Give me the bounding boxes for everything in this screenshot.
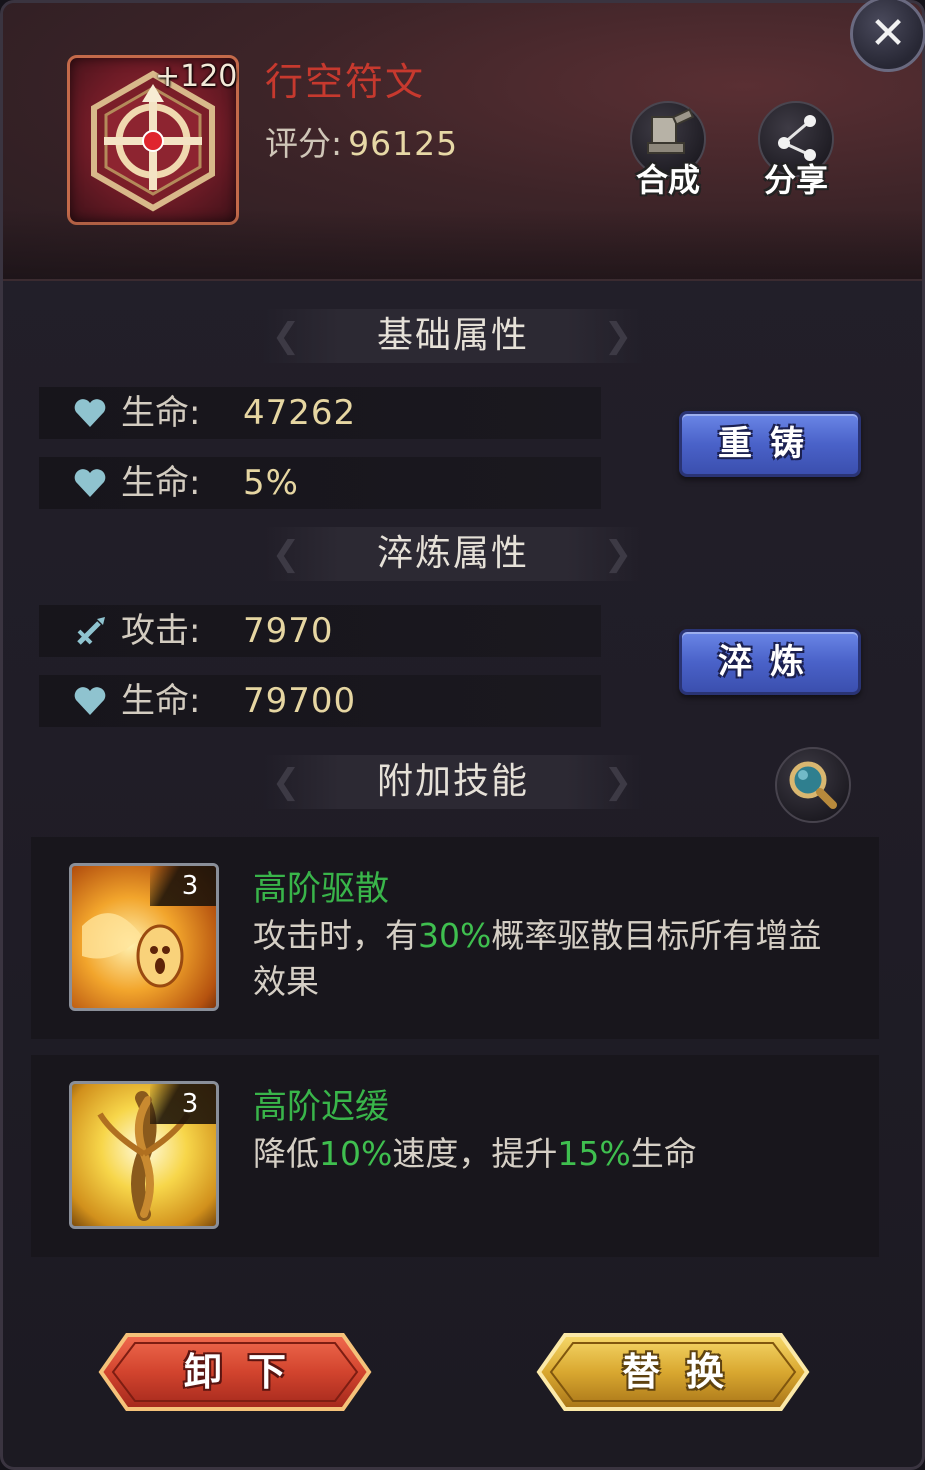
score-value: 96125 [348,124,459,163]
skill-description: 攻击时，有30%概率驱散目标所有增益效果 [253,913,853,1005]
desc-text: 降低 [253,1134,319,1173]
ornament-right-icon: ❯ [603,762,635,802]
skill-card: 3 高阶驱散 攻击时，有30%概率驱散目标所有增益效果 [31,837,879,1039]
item-header: +120 行空符文 评分: 96125 合成 分享 [3,3,922,281]
skill-card: 3 高阶迟缓 降低10%速度，提升15%生命 [31,1055,879,1257]
share-label: 分享 [763,161,828,199]
stat-value: 7970 [243,611,334,651]
skill-level-badge: 3 [150,866,216,906]
additional-skills-title: ❮ 附加技能 ❯ [263,755,643,809]
desc-text: 生命 [630,1134,697,1173]
ornament-left-icon: ❮ [271,762,303,802]
refine-stat-row: 攻击: 7970 [39,605,601,657]
heart-icon [74,687,106,715]
magnifier-icon [789,761,837,809]
desc-highlight: 15% [557,1134,631,1173]
desc-highlight: 10% [319,1134,393,1173]
additional-skills-label: 附加技能 [376,761,529,802]
skill-level-badge: 3 [150,1084,216,1124]
refine-attributes-label: 淬炼属性 [376,533,529,574]
score-label: 评分: [265,124,343,163]
item-level-badge: +120 [155,59,238,94]
stat-label: 攻击: [121,611,201,651]
sword-icon [77,617,105,645]
skill-dispel-icon[interactable]: 3 [69,863,219,1011]
replace-label: 替换 [621,1350,750,1394]
close-icon: ✕ [869,8,907,59]
skill-slow-icon[interactable]: 3 [69,1081,219,1229]
base-attributes-title: ❮ 基础属性 ❯ [263,309,643,363]
refine-stat-row: 生命: 79700 [39,675,601,727]
replace-button[interactable]: 替换 [535,1331,811,1413]
base-stat-row: 生命: 47262 [39,387,601,439]
stat-label: 生命: [121,393,201,433]
base-attributes-label: 基础属性 [376,315,529,356]
stat-label: 生命: [121,463,201,503]
ornament-right-icon: ❯ [603,316,635,356]
refine-attributes-title: ❮ 淬炼属性 ❯ [263,527,643,581]
close-button[interactable]: ✕ [850,0,925,72]
stat-label: 生命: [121,681,201,721]
unequip-button[interactable]: 卸下 [97,1331,373,1413]
item-score: 评分: 96125 [265,117,458,165]
item-name: 行空符文 [265,60,426,104]
compose-button[interactable]: 合成 [623,101,713,201]
share-button[interactable]: 分享 [751,101,841,201]
stat-value: 79700 [243,681,357,721]
ornament-right-icon: ❯ [603,534,635,574]
recast-button[interactable]: 重铸 [679,411,861,477]
refine-button[interactable]: 淬炼 [679,629,861,695]
compose-label: 合成 [635,161,700,199]
unequip-label: 卸下 [183,1350,312,1394]
skill-description: 降低10%速度，提升15%生命 [253,1131,853,1177]
skill-name: 高阶驱散 [253,869,389,909]
item-detail-panel: +120 行空符文 评分: 96125 合成 分享 ❮ 基础属性 ❯ 生命: 4… [0,0,925,1470]
heart-icon [74,399,106,427]
skill-name: 高阶迟缓 [253,1087,389,1127]
magnifier-button[interactable] [775,747,851,823]
ornament-left-icon: ❮ [271,534,303,574]
desc-text: 攻击时，有 [253,916,418,955]
ornament-left-icon: ❮ [271,316,303,356]
desc-text: 速度，提升 [392,1134,558,1173]
stat-value: 5% [243,463,299,503]
base-stat-row: 生命: 5% [39,457,601,509]
desc-highlight: 30% [418,916,492,955]
stat-value: 47262 [243,393,357,433]
heart-icon [74,469,106,497]
